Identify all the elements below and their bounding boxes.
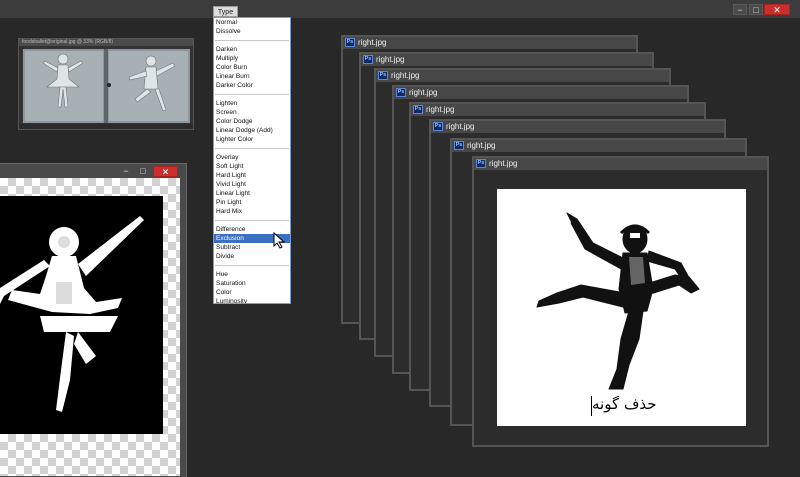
transparency-checkerboard [0,178,180,476]
document-name: right.jpg [467,141,496,150]
photoshop-icon: Ps [363,55,373,64]
mask-black-layer [0,196,163,434]
document-titlebar[interactable]: Ps right.jpg [361,54,652,66]
blend-mode-option-screen[interactable]: Screen [214,108,290,117]
blend-mode-option-lighten[interactable]: Lighten [214,99,290,108]
blend-mode-option-soft-light[interactable]: Soft Light [214,162,290,171]
photoshop-icon: Ps [476,159,486,168]
ballerina-silhouette [0,216,144,412]
blend-mode-option-hue[interactable]: Hue [214,270,290,279]
menu-separator [214,90,290,99]
blend-mode-option-saturation[interactable]: Saturation [214,279,290,288]
menu-separator [214,144,290,153]
canvas-text[interactable]: حذف گونه [592,395,657,413]
blend-mode-option-hard-light[interactable]: Hard Light [214,171,290,180]
dancer-illustration [536,212,700,390]
photoshop-icon: Ps [378,71,388,80]
document-name: right.jpg [376,55,405,64]
blend-mode-option-dissolve[interactable]: Dissolve [214,27,290,36]
menu-separator [214,36,290,45]
relief-artwork [25,49,188,123]
photoshop-icon: Ps [413,105,423,114]
blend-mode-option-normal[interactable]: Normal [214,18,290,27]
preview-window[interactable]: foodsballet@original.jpg @ 33% (RGB/8) [18,38,194,130]
document-name: right.jpg [409,88,438,97]
active-document-window[interactable]: Ps right.jpg حذف گونه [472,156,769,447]
document-canvas[interactable]: حذف گونه [497,189,746,426]
document-name: right.jpg [358,38,387,47]
document-name: right.jpg [391,71,420,80]
document-titlebar[interactable]: Ps right.jpg [376,70,669,82]
mask-minimize-button[interactable]: − [120,166,132,177]
document-titlebar[interactable]: Ps right.jpg [431,121,724,133]
document-name: right.jpg [489,159,518,168]
blend-mode-option-hard-mix[interactable]: Hard Mix [214,207,290,216]
mask-maximize-button[interactable]: □ [137,166,149,177]
document-name: right.jpg [446,122,475,131]
document-titlebar[interactable]: Ps right.jpg [452,140,745,152]
blend-mode-option-linear-dodge-add[interactable]: Linear Dodge (Add) [214,126,290,135]
blend-mode-option-darker-color[interactable]: Darker Color [214,81,290,90]
menu-separator [214,216,290,225]
document-titlebar[interactable]: Ps right.jpg [394,87,687,99]
app-maximize-button[interactable]: □ [749,4,763,15]
preview-window-title: foodsballet@original.jpg @ 33% (RGB/8) [19,39,193,46]
blend-mode-option-vivid-light[interactable]: Vivid Light [214,180,290,189]
photoshop-icon: Ps [345,38,355,47]
photoshop-icon: Ps [433,122,443,131]
mask-close-button[interactable]: ✕ [153,166,178,177]
blend-mode-option-luminosity[interactable]: Luminosity [214,297,290,303]
document-titlebar[interactable]: Ps right.jpg [343,37,636,49]
app-minimize-button[interactable]: − [733,4,747,15]
preview-status-bar [19,124,193,129]
mask-document-window[interactable]: − □ ✕ [0,163,187,477]
app-close-button[interactable]: ✕ [764,4,790,15]
photoshop-icon: Ps [454,141,464,150]
blend-mode-option-multiply[interactable]: Multiply [214,54,290,63]
blend-mode-option-linear-burn[interactable]: Linear Burn [214,72,290,81]
menu-separator [214,261,290,270]
blend-mode-option-color-burn[interactable]: Color Burn [214,63,290,72]
blend-mode-option-color-dodge[interactable]: Color Dodge [214,117,290,126]
blend-mode-option-overlay[interactable]: Overlay [214,153,290,162]
photoshop-icon: Ps [396,88,406,97]
blend-mode-dropdown[interactable]: Normal Dissolve Darken Multiply Color Burn Li… [213,17,291,304]
arrow-cursor-icon [273,231,286,254]
blend-mode-option-linear-light[interactable]: Linear Light [214,189,290,198]
blend-mode-option-pin-light[interactable]: Pin Light [214,198,290,207]
ballet-relief-image [23,49,190,123]
document-name: right.jpg [426,105,455,114]
blend-mode-tab[interactable]: Type [213,6,238,17]
document-titlebar[interactable]: Ps right.jpg [474,158,767,170]
blend-mode-option-lighter-color[interactable]: Lighter Color [214,135,290,144]
blend-mode-option-color[interactable]: Color [214,288,290,297]
document-titlebar[interactable]: Ps right.jpg [411,104,704,116]
blend-mode-option-darken[interactable]: Darken [214,45,290,54]
application-bar [0,0,800,18]
